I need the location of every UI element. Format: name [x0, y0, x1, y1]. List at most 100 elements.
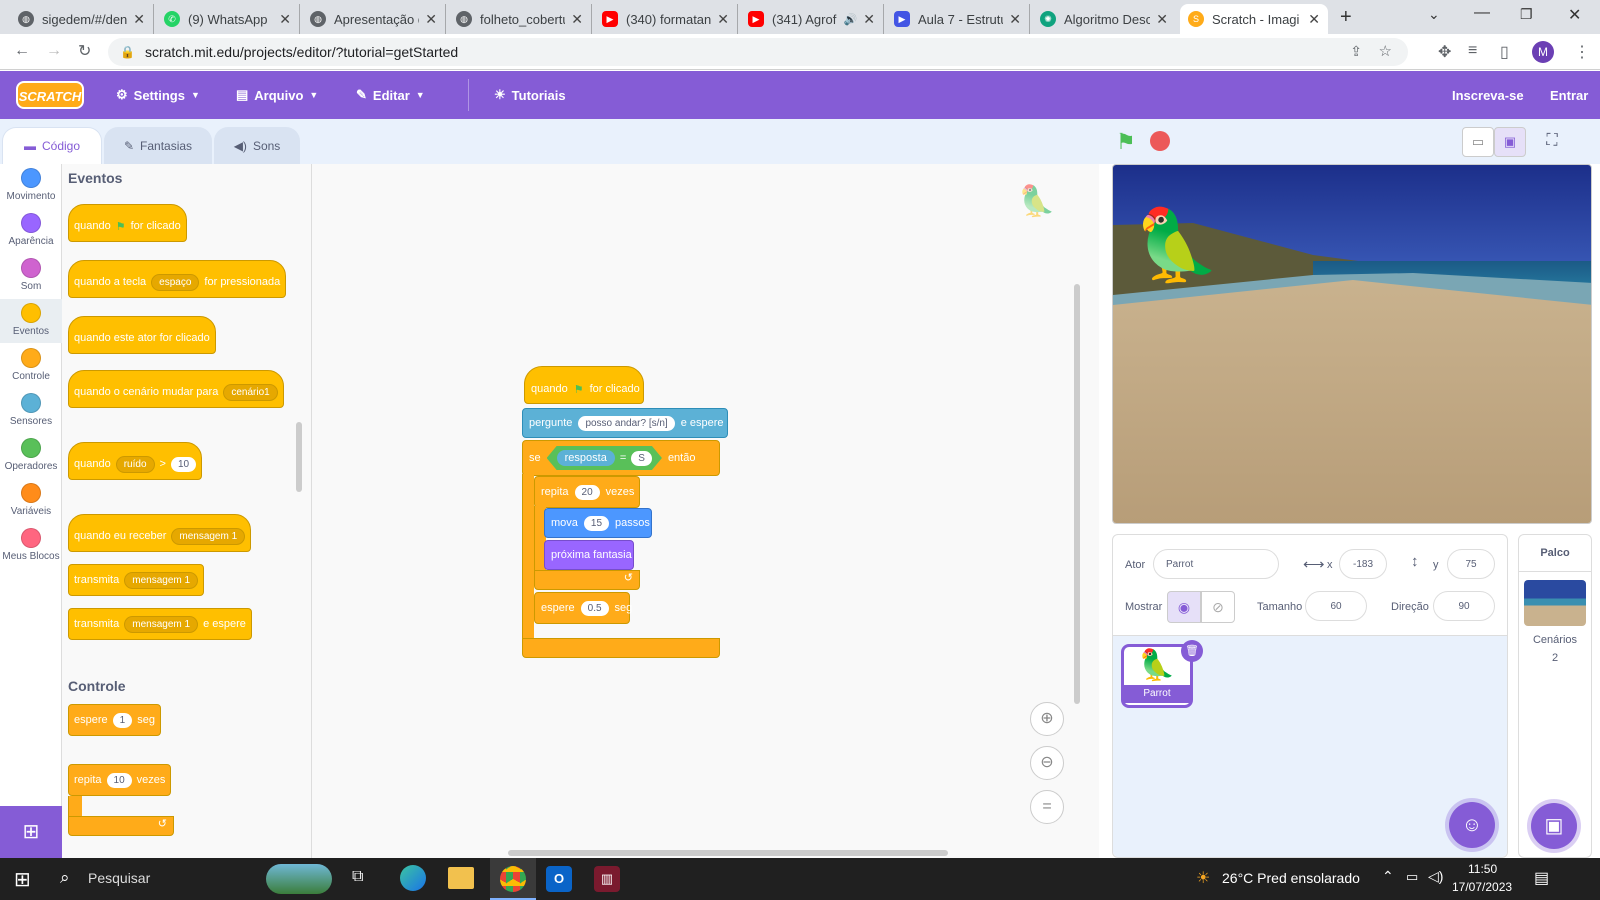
stage-backdrop-thumbnail[interactable] — [1524, 580, 1586, 626]
y-position-input[interactable]: 75 — [1447, 549, 1495, 579]
close-tab-icon[interactable]: ✕ — [717, 11, 729, 28]
tab-search-chevron-icon[interactable]: ⌄ — [1428, 6, 1440, 23]
script-next-costume[interactable]: próxima fantasia — [544, 540, 634, 570]
add-extension-button[interactable]: ⊞ — [0, 806, 62, 858]
back-arrow-icon[interactable]: ← — [14, 42, 30, 60]
wait-seconds-input[interactable]: 0.5 — [580, 600, 609, 616]
more-menu-icon[interactable]: ⋮ — [1574, 42, 1590, 62]
speaker-icon[interactable]: 🔊 — [844, 13, 858, 26]
browser-tab-0[interactable]: ◍ sigedem/#/den ✕ — [10, 4, 154, 34]
compare-value-input[interactable]: S — [631, 451, 652, 466]
outlook-icon[interactable]: O — [546, 866, 572, 892]
windows-start-icon[interactable]: ⊞ — [14, 867, 31, 892]
browser-tab-3[interactable]: ◍ folheto_cobertu ✕ — [448, 4, 592, 34]
file-explorer-icon[interactable] — [448, 867, 474, 889]
close-tab-icon[interactable]: ✕ — [1009, 11, 1021, 28]
browser-tab-7[interactable]: ✺ Algoritmo Desc ✕ — [1032, 4, 1176, 34]
block-when-loudness[interactable]: quando ruído >10 — [68, 442, 203, 480]
close-tab-icon[interactable]: ✕ — [425, 11, 437, 28]
signup-link[interactable]: Inscreva-se — [1452, 71, 1524, 119]
forward-arrow-icon[interactable]: → — [46, 42, 62, 60]
tab-code[interactable]: ▬ Código — [2, 127, 102, 164]
category-looks[interactable]: Aparência — [0, 209, 62, 253]
loudness-dropdown[interactable]: ruído — [115, 455, 155, 473]
script-move-steps[interactable]: mova 15 passos — [544, 508, 652, 538]
stage-canvas[interactable]: 🦜 — [1112, 164, 1592, 524]
choose-backdrop-button[interactable]: ▣ — [1531, 803, 1577, 849]
repeat-input[interactable]: 10 — [106, 772, 132, 788]
block-wait[interactable]: espere 1 seg — [68, 704, 161, 736]
answer-reporter[interactable]: resposta — [557, 450, 615, 466]
loudness-input[interactable]: 10 — [170, 456, 197, 472]
media-icon[interactable]: ≡ — [1468, 42, 1477, 60]
tray-chevron-up-icon[interactable]: ⌃ — [1382, 868, 1394, 885]
choose-sprite-button[interactable]: ☺ — [1449, 802, 1495, 848]
block-when-receive[interactable]: quando eu receber mensagem 1 — [68, 514, 252, 552]
equals-operator-block[interactable]: resposta = S — [547, 446, 662, 470]
block-when-flag-clicked[interactable]: quando ⚑ for clicado — [68, 204, 187, 242]
close-tab-icon[interactable]: ✕ — [279, 11, 291, 28]
code-workspace[interactable]: 🦜 quando ⚑ for clicado pergunte posso andar… — [312, 164, 1099, 858]
green-flag-icon[interactable]: ⚑ — [1116, 129, 1136, 155]
trash-icon[interactable]: 🗑 — [1181, 640, 1203, 662]
clock-time[interactable]: 11:50 — [1468, 862, 1497, 876]
tab-sounds[interactable]: ◀) Sons — [214, 127, 300, 164]
stage-target-pane[interactable]: Palco Cenários 2 ▣ — [1518, 534, 1592, 858]
close-tab-icon[interactable]: ✕ — [1308, 11, 1320, 28]
scratch-logo[interactable]: SCRATCH — [16, 81, 84, 109]
zoom-reset-button[interactable]: = — [1030, 790, 1064, 824]
category-sensing[interactable]: Sensores — [0, 389, 62, 433]
wait-input[interactable]: 1 — [112, 712, 133, 728]
size-input[interactable]: 60 — [1305, 591, 1367, 621]
reload-icon[interactable]: ↻ — [78, 41, 91, 61]
category-variables[interactable]: Variáveis — [0, 479, 62, 523]
script-repeat[interactable]: repita 20 vezes — [534, 476, 640, 508]
edge-icon[interactable] — [400, 865, 426, 891]
block-when-key-pressed[interactable]: quando a tecla espaço for pressionada — [68, 260, 287, 298]
hide-sprite-eye-icon[interactable]: ⊘ — [1201, 591, 1235, 623]
parrot-sprite[interactable]: 🦜 — [1133, 205, 1220, 287]
zoom-in-button[interactable]: ⊕ — [1030, 702, 1064, 736]
move-steps-input[interactable]: 15 — [583, 515, 610, 531]
volume-icon[interactable]: ◁) — [1428, 868, 1443, 885]
chrome-taskbar-item[interactable] — [490, 858, 536, 900]
script-wait[interactable]: espere 0.5 seg — [534, 592, 632, 624]
block-repeat[interactable]: repita 10 vezes — [68, 764, 172, 796]
taskbar-search-box[interactable]: Pesquisar — [88, 870, 150, 886]
browser-tab-5[interactable]: ▶ (341) Agrof 🔊 ✕ — [740, 4, 884, 34]
tab-costumes[interactable]: ✎ Fantasias — [104, 127, 212, 164]
show-sprite-eye-icon[interactable]: ◉ — [1167, 591, 1201, 623]
block-broadcast[interactable]: transmita mensagem 1 — [68, 564, 205, 596]
fullscreen-icon[interactable]: ⛶ — [1536, 127, 1568, 157]
message-dropdown[interactable]: mensagem 1 — [124, 571, 199, 589]
minimize-button[interactable]: — — [1474, 4, 1490, 22]
zoom-out-button[interactable]: ⊖ — [1030, 746, 1064, 780]
script-ask-and-wait[interactable]: pergunte posso andar? [s/n] e espere — [522, 408, 728, 438]
sprite-name-input[interactable]: Parrot — [1153, 549, 1279, 579]
category-events[interactable]: Eventos — [0, 299, 62, 343]
script-if-then[interactable]: se resposta = S então — [522, 440, 720, 476]
signin-link[interactable]: Entrar — [1550, 71, 1588, 119]
block-when-backdrop-switches[interactable]: quando o cenário mudar para cenário1 — [68, 370, 284, 408]
ask-text-input[interactable]: posso andar? [s/n] — [578, 415, 675, 431]
bookmark-star-icon[interactable]: ☆ — [1379, 42, 1392, 60]
restore-button[interactable]: ❐ — [1520, 6, 1533, 23]
network-icon[interactable]: ▭ — [1406, 869, 1418, 885]
task-view-icon[interactable]: ⧉ — [352, 868, 363, 886]
x-position-input[interactable]: -183 — [1339, 549, 1387, 579]
stop-button[interactable] — [1150, 131, 1170, 151]
close-tab-icon[interactable]: ✕ — [1156, 11, 1168, 28]
browser-tab-4[interactable]: ▶ (340) formatanc ✕ — [594, 4, 738, 34]
browser-tab-6[interactable]: ▶ Aula 7 - Estrutu ✕ — [886, 4, 1030, 34]
tutorials-menu[interactable]: ☀ Tutoriais — [494, 71, 566, 119]
script-when-flag-clicked[interactable]: quando ⚑ for clicado — [524, 366, 644, 404]
browser-tab-2[interactable]: ◍ Apresentação d ✕ — [302, 4, 446, 34]
browser-tab-8-active[interactable]: S Scratch - Imagi ✕ — [1180, 4, 1328, 34]
category-my-blocks[interactable]: Meus Blocos — [0, 524, 62, 568]
edit-menu[interactable]: ✎ Editar ▼ — [356, 71, 425, 119]
share-icon[interactable]: ⇪ — [1350, 43, 1362, 60]
message-dropdown[interactable]: mensagem 1 — [124, 615, 199, 633]
workspace-horizontal-scrollbar[interactable] — [508, 850, 948, 856]
file-menu[interactable]: ▤ Arquivo ▼ — [236, 71, 318, 119]
category-motion[interactable]: Movimento — [0, 164, 62, 208]
